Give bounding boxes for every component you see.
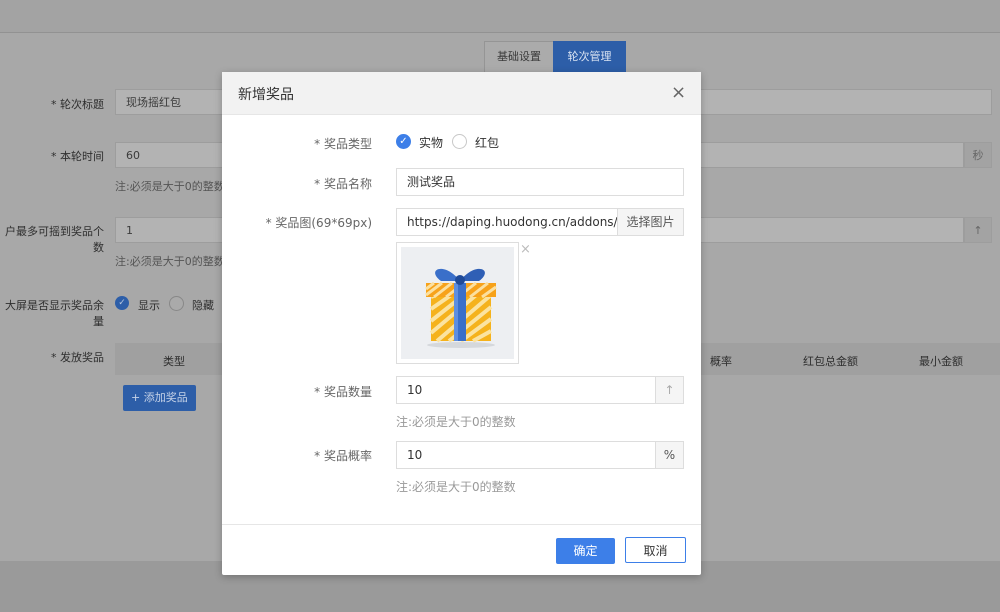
radio-hide[interactable] — [169, 296, 184, 311]
dialog-footer-divider — [222, 524, 701, 525]
prize-count-label: * 奖品数量 — [314, 385, 372, 399]
max-prizes-label: 户最多可摇到奖品个数 — [5, 225, 104, 254]
radio-red-packet-label: 红包 — [475, 136, 500, 150]
round-time-input[interactable]: 60 — [115, 142, 225, 168]
remove-image-icon[interactable]: × — [520, 242, 531, 257]
tab-round-management[interactable]: 轮次管理 — [553, 41, 626, 73]
prize-probability-label: * 奖品概率 — [314, 449, 372, 463]
prize-probability-note: 注:必须是大于0的整数 — [396, 480, 516, 494]
gift-box-icon — [425, 268, 497, 348]
prizes-label: * 发放奖品 — [51, 351, 104, 364]
max-prizes-note: 注:必须是大于0的整数 — [115, 255, 225, 268]
round-title-input[interactable]: 现场摇红包 — [115, 89, 225, 115]
round-title-label: * 轮次标题 — [51, 98, 104, 111]
confirm-button[interactable]: 确定 — [556, 538, 615, 564]
gift-image — [401, 247, 514, 359]
add-prize-dialog: 新增奖品 × * 奖品类型 ✓ 实物 红包 * 奖品名称 测试奖品 * 奖品图(… — [222, 72, 701, 575]
column-total-amount: 红包总金额 — [803, 355, 858, 368]
column-min-amount: 最小金额 — [919, 355, 963, 368]
radio-hide-label: 隐藏 — [192, 299, 214, 312]
percent-unit: % — [655, 441, 684, 469]
prize-type-label: * 奖品类型 — [314, 137, 372, 151]
max-prizes-input[interactable]: 1 — [115, 217, 225, 243]
prize-image-preview — [396, 242, 519, 364]
show-remaining-label: 大屏是否显示奖品余量 — [5, 299, 104, 328]
round-time-input-right[interactable] — [700, 142, 964, 168]
dialog-title: 新增奖品 — [238, 87, 294, 103]
close-icon[interactable]: × — [671, 82, 686, 103]
radio-red-packet[interactable] — [452, 134, 467, 149]
choose-image-button[interactable]: 选择图片 — [617, 208, 684, 236]
max-prizes-input-right[interactable] — [700, 217, 964, 243]
increment-icon[interactable]: ↑ — [964, 217, 992, 243]
round-title-input-right[interactable] — [700, 89, 992, 115]
add-prize-label: 添加奖品 — [143, 391, 188, 404]
radio-show[interactable]: ✓ — [115, 296, 129, 310]
prize-name-input[interactable]: 测试奖品 — [396, 168, 684, 196]
radio-physical[interactable]: ✓ — [396, 134, 411, 149]
prize-probability-input[interactable]: 10 — [396, 441, 656, 469]
radio-physical-label: 实物 — [419, 136, 444, 150]
column-probability: 概率 — [710, 355, 732, 368]
column-type: 类型 — [163, 355, 185, 368]
prize-count-note: 注:必须是大于0的整数 — [396, 415, 516, 429]
round-time-label: * 本轮时间 — [51, 150, 104, 163]
add-prize-button[interactable]: + 添加奖品 — [123, 385, 196, 411]
cancel-button[interactable]: 取消 — [625, 537, 686, 563]
seconds-unit: 秒 — [964, 142, 992, 168]
plus-icon: + — [131, 391, 144, 404]
radio-show-label: 显示 — [138, 299, 160, 312]
prize-name-label: * 奖品名称 — [314, 177, 372, 191]
tab-basic-settings[interactable]: 基础设置 — [484, 41, 554, 73]
prize-image-url-input[interactable]: https://daping.huodong.cn/addons/n — [396, 208, 618, 236]
increment-icon[interactable]: ↑ — [655, 376, 684, 404]
round-time-note: 注:必须是大于0的整数 — [115, 180, 225, 193]
top-bar — [0, 0, 1000, 33]
prize-image-label: * 奖品图(69*69px) — [265, 216, 372, 230]
prize-count-input[interactable]: 10 — [396, 376, 656, 404]
